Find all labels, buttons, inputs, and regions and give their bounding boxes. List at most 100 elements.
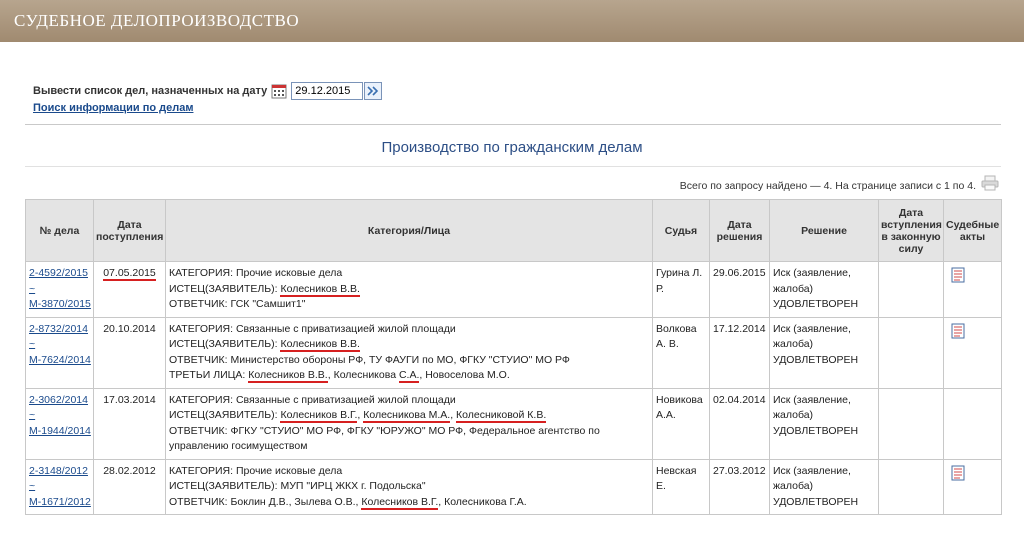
- case-number-sep[interactable]: ~: [29, 480, 35, 492]
- effective-date-cell: [878, 316, 944, 389]
- decision-date-cell: 27.03.2012: [709, 458, 770, 515]
- col-header-acts: Судебные акты: [943, 199, 1002, 262]
- date-go-button[interactable]: [364, 82, 383, 100]
- acts-cell: [943, 458, 1002, 515]
- table-row: 2-8732/2014 ~ М-7624/2014 20.10.2014 КАТ…: [25, 316, 1002, 389]
- judge-cell: Невская Е.: [652, 458, 710, 515]
- category-cell: КАТЕГОРИЯ: Связанные с приватизацией жил…: [165, 387, 653, 460]
- page-header-title: СУДЕБНОЕ ДЕЛОПРОИЗВОДСТВО: [14, 11, 300, 30]
- case-number-sep[interactable]: ~: [29, 409, 35, 421]
- effective-date-cell: [878, 261, 944, 318]
- acts-cell: [943, 261, 1002, 318]
- cases-table: № дела Дата поступления Категория/Лица С…: [25, 199, 1002, 515]
- received-date-cell: 28.02.2012: [93, 458, 166, 515]
- category-cell: КАТЕГОРИЯ: Связанные с приватизацией жил…: [165, 316, 653, 389]
- decision-cell: Иск (заявление, жалоба) УДОВЛЕТВОРЕН: [769, 387, 879, 460]
- plaintiff-name: Колесников В.В.: [280, 282, 360, 297]
- plaintiff-name: Колесникова М.А.: [363, 409, 451, 423]
- col-header-judge: Судья: [652, 199, 710, 262]
- case-number-link[interactable]: 2-3062/2014: [29, 394, 88, 406]
- printer-icon[interactable]: [981, 175, 999, 191]
- case-number-cell: 2-4592/2015 ~ М-3870/2015: [25, 261, 94, 318]
- category-cell: КАТЕГОРИЯ: Прочие исковые дела ИСТЕЦ(ЗАЯ…: [165, 261, 653, 318]
- defendant-label: ОТВЕТЧИК: Боклин Д.В., Зылева О.В.,: [169, 495, 362, 508]
- col-header-received: Дата поступления: [93, 199, 166, 262]
- acts-cell: [943, 387, 1002, 460]
- received-date: 07.05.2015: [103, 267, 156, 281]
- case-number-cell: 2-3148/2012 ~ М-1671/2012: [25, 458, 94, 515]
- received-date-cell: 20.10.2014: [93, 316, 166, 389]
- acts-cell: [943, 316, 1002, 389]
- material-number-link[interactable]: М-3870/2015: [29, 298, 91, 310]
- col-header-effective-date: Дата вступления в законную силу: [878, 199, 944, 262]
- category-text: КАТЕГОРИЯ: Связанные с приватизацией жил…: [169, 322, 456, 335]
- document-icon[interactable]: [951, 267, 965, 283]
- material-number-link[interactable]: М-7624/2014: [29, 354, 91, 366]
- plaintiff-name: Колесников В.В.: [280, 338, 360, 352]
- defendant-name: Колесников В.Г.: [361, 495, 439, 510]
- defendant-line: ОТВЕТЧИК: ГСК "Самшит1": [169, 298, 306, 310]
- table-header-row: № дела Дата поступления Категория/Лица С…: [25, 199, 1002, 262]
- third-party-name: Колесникова: [333, 369, 399, 381]
- decision-date-cell: 17.12.2014: [709, 316, 770, 389]
- decision-kind: Иск (заявление, жалоба): [773, 464, 851, 493]
- col-header-category: Категория/Лица: [165, 199, 653, 262]
- category-cell: КАТЕГОРИЯ: Прочие исковые дела ИСТЕЦ(ЗАЯ…: [165, 458, 653, 515]
- decision-date-cell: 02.04.2014: [709, 387, 770, 460]
- document-icon[interactable]: [951, 465, 965, 481]
- case-number-sep[interactable]: ~: [29, 338, 35, 350]
- case-number-sep[interactable]: ~: [29, 283, 35, 295]
- plaintiff-line: ИСТЕЦ(ЗАЯВИТЕЛЬ): МУП "ИРЦ ЖКХ г. Подоль…: [169, 480, 426, 492]
- date-filter-row: Вывести список дел, назначенных на дату: [33, 80, 383, 102]
- effective-date-cell: [878, 387, 944, 460]
- plaintiff-line: ИСТЕЦ(ЗАЯВИТЕЛЬ): Колесников В.Г., Колес…: [169, 409, 547, 423]
- plaintiff-name: Колесниковой К.В.: [456, 409, 547, 423]
- decision-result: УДОВЛЕТВОРЕН: [773, 424, 859, 437]
- third-party-initials: С.А.: [398, 369, 420, 383]
- plaintiff-label: ИСТЕЦ(ЗАЯВИТЕЛЬ):: [169, 409, 281, 421]
- case-number-link[interactable]: 2-8732/2014: [29, 323, 88, 335]
- table-row: 2-3062/2014 ~ М-1944/2014 17.03.2014 КАТ…: [25, 387, 1002, 460]
- category-text: КАТЕГОРИЯ: Связанные с приватизацией жил…: [169, 393, 456, 406]
- plaintiff-line: ИСТЕЦ(ЗАЯВИТЕЛЬ): Колесников В.В.: [169, 282, 649, 298]
- judge-cell: Гурина Л. Р.: [652, 261, 710, 318]
- case-number-link[interactable]: 2-4592/2015: [29, 267, 88, 279]
- divider: [25, 124, 1001, 125]
- material-number-link[interactable]: М-1944/2014: [29, 425, 91, 437]
- effective-date-cell: [878, 458, 944, 515]
- table-row: 2-4592/2015 ~ М-3870/2015 07.05.2015 КАТ…: [25, 261, 1002, 318]
- received-date-cell: 17.03.2014: [93, 387, 166, 460]
- case-number-link[interactable]: 2-3148/2012: [29, 465, 88, 477]
- plaintiff-name: Колесников В.Г.: [280, 409, 358, 423]
- received-date-cell: 07.05.2015: [93, 261, 166, 318]
- decision-result: УДОВЛЕТВОРЕН: [773, 298, 859, 310]
- case-number-cell: 2-3062/2014 ~ М-1944/2014: [25, 387, 94, 460]
- divider: [25, 166, 1001, 167]
- defendant-rest: , Колесникова Г.А.: [438, 495, 527, 508]
- results-count: Всего по запросу найдено — 4. На страниц…: [679, 180, 976, 192]
- category-text: КАТЕГОРИЯ: Прочие исковые дела: [169, 267, 343, 279]
- plaintiff-line: ИСТЕЦ(ЗАЯВИТЕЛЬ): Колесников В.В.: [169, 337, 649, 353]
- col-header-num: № дела: [25, 199, 94, 262]
- double-chevron-right-icon: [367, 86, 379, 96]
- defendant-line: ОТВЕТЧИК: Министерство обороны РФ, ТУ ФА…: [169, 353, 570, 366]
- document-icon[interactable]: [951, 323, 965, 339]
- decision-cell: Иск (заявление, жалоба) УДОВЛЕТВОРЕН: [769, 458, 879, 515]
- plaintiff-label: ИСТЕЦ(ЗАЯВИТЕЛЬ):: [169, 338, 281, 350]
- calendar-icon[interactable]: [271, 83, 287, 99]
- judge-cell: Новикова А.А.: [652, 387, 710, 460]
- col-header-decision: Решение: [769, 199, 879, 262]
- third-party-name: Новоселова М.О.: [425, 369, 510, 381]
- plaintiff-label: ИСТЕЦ(ЗАЯВИТЕЛЬ):: [169, 282, 281, 295]
- decision-kind: Иск (заявление, жалоба): [773, 393, 851, 422]
- judge-cell: Волкова А. В.: [652, 316, 710, 389]
- decision-cell: Иск (заявление, жалоба) УДОВЛЕТВОРЕН: [769, 316, 879, 389]
- col-header-decision-date: Дата решения: [709, 199, 770, 262]
- date-filter-label: Вывести список дел, назначенных на дату: [33, 85, 268, 97]
- decision-result: УДОВЛЕТВОРЕН: [773, 495, 859, 508]
- case-number-cell: 2-8732/2014 ~ М-7624/2014: [25, 316, 94, 389]
- third-parties-label: ТРЕТЬИ ЛИЦА:: [169, 369, 249, 381]
- material-number-link[interactable]: М-1671/2012: [29, 496, 91, 508]
- search-info-link[interactable]: Поиск информации по делам: [33, 102, 193, 114]
- date-input[interactable]: [291, 82, 364, 100]
